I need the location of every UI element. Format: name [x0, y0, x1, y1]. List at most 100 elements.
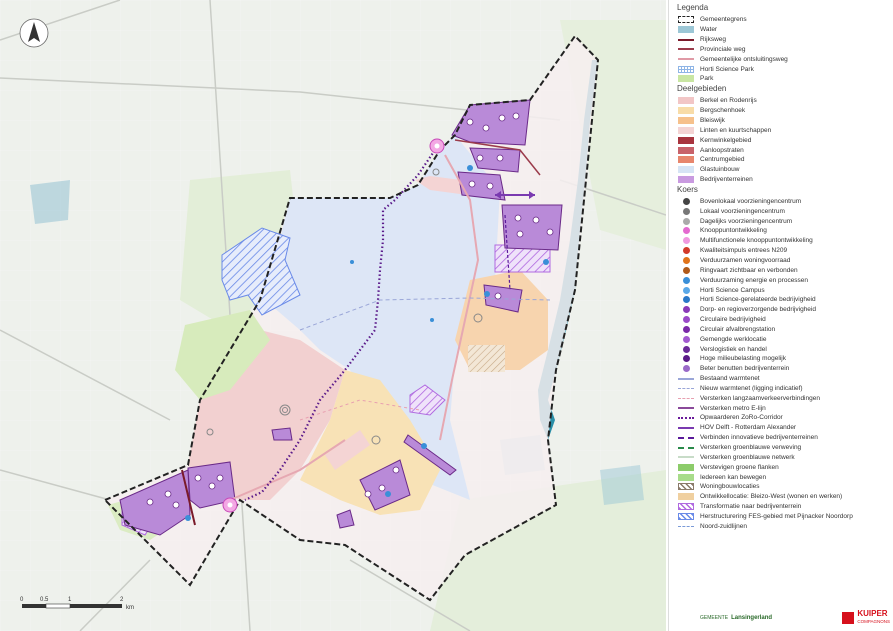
lansingerland-tag: GEMEENTE — [700, 615, 729, 621]
legend-item-label: Gemengde werklocatie — [700, 335, 767, 343]
legend-item-label: Lokaal voorzieningencentrum — [700, 207, 785, 215]
legend-item: Iedereen kan bewegen — [677, 472, 889, 482]
legend-item: Horti Science Campus — [677, 285, 889, 295]
legend-symbol-icon — [677, 453, 695, 461]
legend-item: Water — [677, 25, 889, 35]
legend-symbol-icon — [677, 434, 695, 442]
legend-item-label: Horti Science Park — [700, 65, 754, 73]
legend-item: Ringvaart zichtbaar en verbonden — [677, 265, 889, 275]
legend-symbol-icon — [677, 156, 695, 164]
legend-symbol-icon — [677, 296, 695, 304]
legend-item: Gemeentegrens — [677, 15, 889, 25]
legend-symbol-icon — [677, 473, 695, 481]
legend-item: Centrumgebied — [677, 155, 889, 165]
kuiper-mark-icon — [842, 612, 855, 624]
legend-symbol-icon — [677, 107, 695, 115]
legend-item: Beter benutten bedrijventerrein — [677, 364, 889, 374]
legend-item: Bestaand warmtenet — [677, 374, 889, 384]
legend-item-label: Verslogistiek en handel — [700, 345, 767, 353]
legend-panel: Legenda Gemeentegrens Water Rijksweg Provin… — [668, 0, 893, 631]
legend-deelgebieden-title: Deelgebieden — [677, 83, 727, 93]
legend-symbol-icon — [677, 375, 695, 383]
legend-item: Bergschenhoek — [677, 106, 889, 116]
legend-item: Park — [677, 74, 889, 84]
legend-item-label: Dagelijks voorzieningencentrum — [700, 217, 793, 225]
legend-item: Nieuw warmtenet (ligging indicatief) — [677, 384, 889, 394]
legend-item: Berkel en Rodenrijs — [677, 96, 889, 106]
legend-item: Hoge milieubelasting mogelijk — [677, 354, 889, 364]
legend-item: Rijksweg — [677, 35, 889, 45]
legend-item-label: Horti Science-gerelateerde bedrijvigheid — [700, 296, 816, 304]
legend-item-label: Bovenlokaal voorzieningencentrum — [700, 197, 802, 205]
legend-item-label: Aanloopstraten — [700, 146, 744, 154]
legend-item-label: Provinciale weg — [700, 45, 746, 53]
legend-item-label: Gemeentegrens — [700, 16, 747, 24]
legend-symbol-icon — [677, 424, 695, 432]
kuiper-name: KUIPER — [857, 609, 888, 618]
legend-symbol-icon — [677, 36, 695, 44]
legend-item-label: Beter benutten bedrijventerrein — [700, 365, 790, 373]
legend-symbol-icon — [677, 384, 695, 392]
woningbouw-hatch — [468, 345, 505, 372]
legend-item: Verduurzamen woningvoorraad — [677, 256, 889, 266]
legend-symbol-icon — [677, 276, 695, 284]
legend-symbol-icon — [677, 26, 695, 34]
kuiper-logo: KUIPER COMPAGNONS — [842, 610, 890, 626]
legend-symbol-icon — [677, 227, 695, 235]
legend-item-label: Woningbouwlocaties — [700, 483, 760, 491]
legend-item-label: Dorp- en regioverzorgende bedrijvigheid — [700, 306, 816, 314]
legend-symbol-icon — [677, 414, 695, 422]
legend-symbol-icon — [677, 483, 695, 491]
water-ponds — [30, 180, 70, 224]
legend-symbol-icon — [677, 146, 695, 154]
legend-symbol-icon — [677, 522, 695, 530]
legend-item-label: Noord-zuidlijnen — [700, 522, 747, 530]
legend-item: Noord-zuidlijnen — [677, 521, 889, 531]
legend-symbol-icon — [677, 256, 695, 264]
legend-item: Multifunctionele knooppuntontwikkeling — [677, 236, 889, 246]
legend-item-label: Nieuw warmtenet (ligging indicatief) — [700, 384, 803, 392]
legend-item-label: Kwaliteitsimpuls entrees N209 — [700, 247, 788, 255]
legend-section-deelgebieden: Berkel en Rodenrijs Bergschenhoek Bleiswij… — [677, 96, 889, 185]
thematic-map: 0 0.5 1 2 km — [0, 0, 666, 631]
legend-symbol-icon — [677, 493, 695, 501]
legend-item-label: Circulaire bedrijvigheid — [700, 316, 766, 324]
legend-item-label: Opwaarderen ZoRo-Corridor — [700, 414, 783, 422]
north-arrow-icon — [19, 18, 49, 48]
legend-item: Kwaliteitsimpuls entrees N209 — [677, 246, 889, 256]
legend-item-label: Bleiswijk — [700, 117, 725, 125]
legend-item: Knooppuntontwikkeling — [677, 226, 889, 236]
legend-item: Verslogistiek en handel — [677, 344, 889, 354]
legend-item: Transformatie naar bedrijventerrein — [677, 502, 889, 512]
legend-symbol-icon — [677, 217, 695, 225]
legend-item-label: Knooppuntontwikkeling — [700, 227, 767, 235]
legend-item-label: Ontwikkellocatie: Bleizo-West (wonen en … — [700, 493, 843, 501]
legend-item: Herstructurering FES-gebied met Pijnacke… — [677, 512, 889, 522]
legend-section-base: Gemeentegrens Water Rijksweg Provinciale we… — [677, 15, 889, 84]
legend-item-label: Bestaand warmtenet — [700, 375, 760, 383]
legend-item: Versterken groenblauwe verweving — [677, 443, 889, 453]
legend-item: Opwaarderen ZoRo-Corridor — [677, 413, 889, 423]
legend-koers-title: Koers — [677, 184, 698, 194]
legend-symbol-icon — [677, 345, 695, 353]
legend-item-label: Versterken langzaamverkeerverbindingen — [700, 394, 820, 402]
legend-symbol-icon — [677, 75, 695, 83]
lansingerland-name: Lansingerland — [731, 615, 773, 621]
legend-symbol-icon — [677, 365, 695, 373]
legend-symbol-icon — [677, 126, 695, 134]
legend-item-label: Centrumgebied — [700, 156, 745, 164]
legend-item: Verduurzaming energie en processen — [677, 275, 889, 285]
legend-item: Bleiswijk — [677, 116, 889, 126]
legend-item-label: Bedrijventerreinen — [700, 176, 753, 184]
legend-symbol-icon — [677, 97, 695, 105]
legend-item: Aanloopstraten — [677, 145, 889, 155]
legend-symbol-icon — [677, 394, 695, 402]
scale-unit: km — [126, 605, 134, 611]
legend-symbol-icon — [677, 237, 695, 245]
legend-symbol-icon — [677, 335, 695, 343]
legend-item: Circulaire bedrijvigheid — [677, 315, 889, 325]
legend-item-label: Verduurzaming energie en processen — [700, 276, 809, 284]
legend-item: Glastuinbouw — [677, 165, 889, 175]
legend-symbol-icon — [677, 176, 695, 184]
legend-symbol-icon — [677, 207, 695, 215]
